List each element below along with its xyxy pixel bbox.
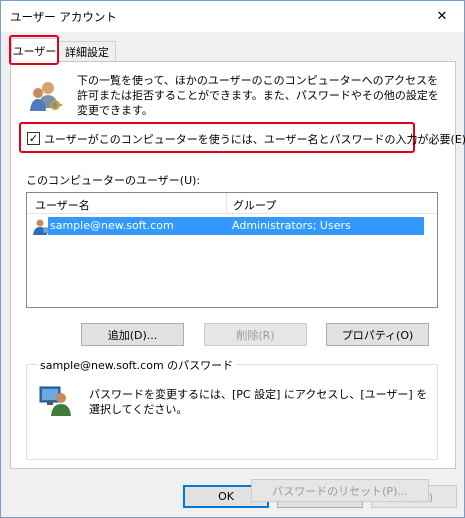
user-group-cell: Administrators; Users <box>232 219 351 232</box>
password-group: sample@new.soft.com のパスワード パスワードを変更するには、… <box>26 357 438 502</box>
tab-advanced[interactable]: 詳細設定 <box>58 41 116 62</box>
users-tab-highlight <box>9 35 59 65</box>
password-user-icon <box>39 386 71 416</box>
require-login-option: ✓ ユーザーがこのコンピューターを使うには、ユーザー名とパスワードの入力が必要(… <box>19 122 465 153</box>
users-list-header: ユーザー名 グループ <box>27 193 437 214</box>
properties-label: プロパティ(O) <box>341 328 414 342</box>
require-login-checkbox[interactable]: ✓ <box>27 132 40 145</box>
add-user-button[interactable]: 追加(D)... <box>81 323 184 346</box>
checkmark-icon: ✓ <box>28 132 39 145</box>
reset-password-button[interactable]: パスワードのリセット(P)... <box>251 479 429 502</box>
ok-label: OK <box>218 490 234 503</box>
remove-user-label: 削除(R) <box>236 328 275 342</box>
properties-button[interactable]: プロパティ(O) <box>326 323 429 346</box>
users-description: 下の一覧を使って、ほかのユーザーのこのコンピューターへのアクセスを許可または拒否… <box>77 74 439 117</box>
add-user-label: 追加(D)... <box>107 328 158 342</box>
user-accounts-dialog: ユーザー アカウント ✕ ユーザー 詳細設定 下の一覧を使って、ほかのユーザーの… <box>0 0 465 518</box>
password-group-title: sample@new.soft.com のパスワード <box>37 357 237 373</box>
column-header-username[interactable]: ユーザー名 <box>35 197 90 213</box>
title-bar: ユーザー アカウント ✕ <box>1 1 464 32</box>
users-list[interactable]: ユーザー名 グループ sample@new.soft.com Administr… <box>26 192 438 308</box>
user-name-cell: sample@new.soft.com <box>50 219 174 232</box>
remove-user-button[interactable]: 削除(R) <box>204 323 307 346</box>
reset-password-label: パスワードのリセット(P)... <box>272 484 408 498</box>
close-icon: ✕ <box>436 8 448 24</box>
column-header-group[interactable]: グループ <box>233 197 276 213</box>
column-separator[interactable] <box>226 193 227 214</box>
password-description: パスワードを変更するには、[PC 設定] にアクセスし、[ユーザー] を選択して… <box>89 388 428 416</box>
users-icon <box>30 82 62 111</box>
require-login-label[interactable]: ユーザーがこのコンピューターを使うには、ユーザー名とパスワードの入力が必要(E) <box>44 131 465 147</box>
close-button[interactable]: ✕ <box>420 1 464 31</box>
users-list-label: このコンピューターのユーザー(U): <box>26 174 201 187</box>
tab-advanced-label: 詳細設定 <box>65 46 109 59</box>
window-title: ユーザー アカウント <box>10 10 117 24</box>
users-tab-panel: 下の一覧を使って、ほかのユーザーのこのコンピューターへのアクセスを許可または拒否… <box>10 61 465 502</box>
